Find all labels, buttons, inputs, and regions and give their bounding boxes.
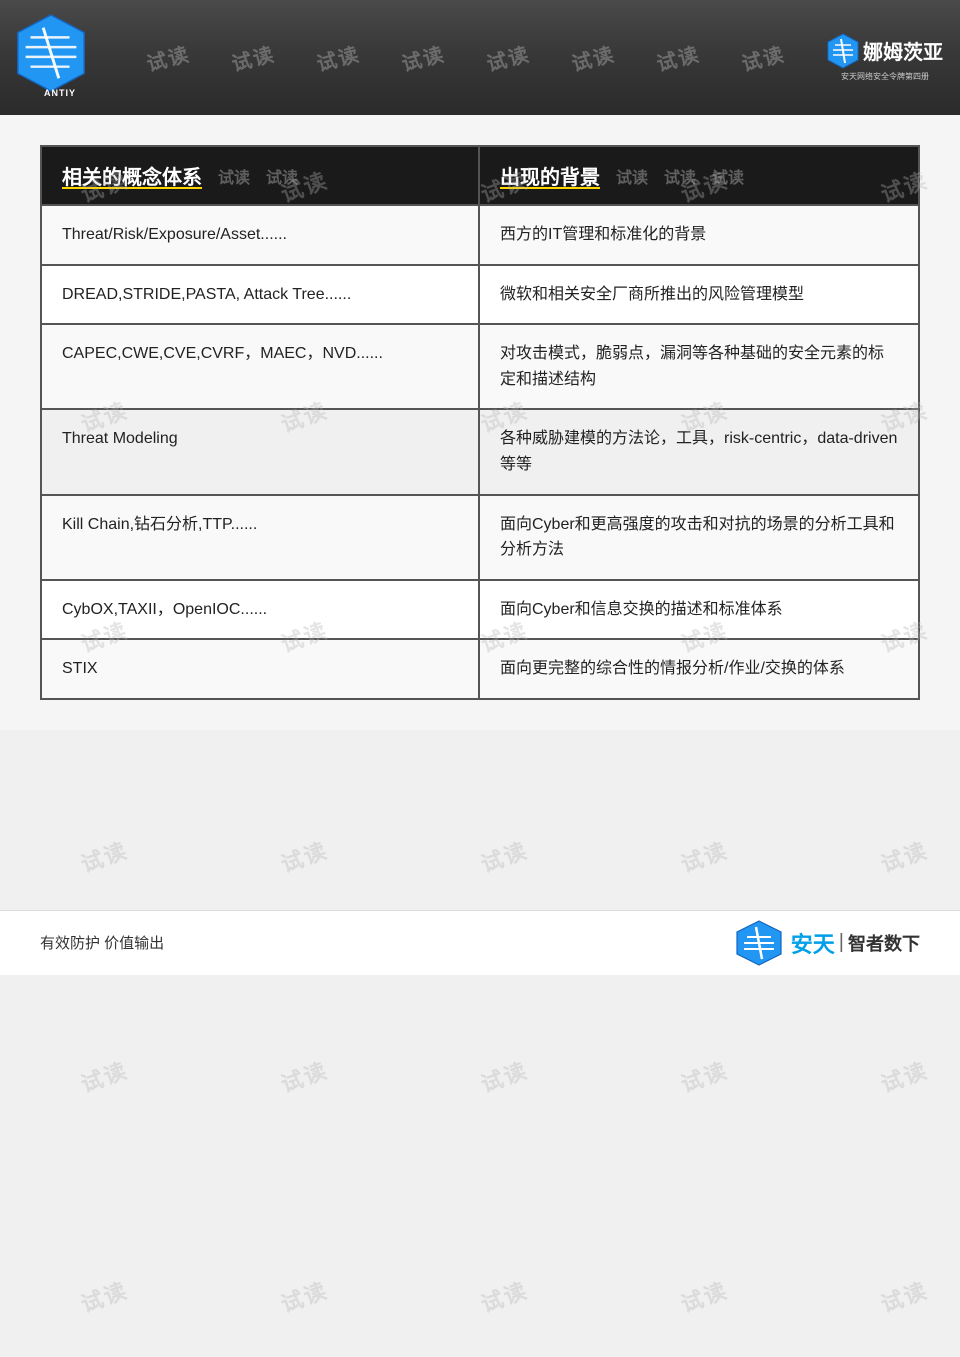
header: ANTIY 试读 试读 试读 试读 试读 试读 试读 试读 娜姆茨亚 安天网络安… [0,0,960,115]
header-brand-top: 娜姆茨亚 [827,33,943,69]
footer-logo-icon [735,919,783,967]
header-wm-1: 试读 [142,38,192,77]
header-wm-6: 试读 [567,38,617,77]
watermark-16: 试读 [276,833,332,879]
logo-container: ANTIY [15,13,105,103]
header-wm-5: 试读 [482,38,532,77]
watermark-21: 试读 [276,1053,332,1099]
footer-brand: 安天 | 智者数下 [791,927,920,959]
table-cell-left-3: Threat Modeling [42,410,480,493]
table-row: STIX 面向更完整的综合性的情报分析/作业/交换的体系 [42,638,918,698]
watermark-17: 试读 [476,833,532,879]
table-cell-right-5: 面向Cyber和信息交换的描述和标准体系 [480,581,918,639]
header-wm-4: 试读 [397,38,447,77]
footer-right: 安天 | 智者数下 [735,919,920,967]
col2-wm2: 试读 [664,164,696,188]
watermark-15: 试读 [76,833,132,879]
footer-brand-sep: | [839,931,844,954]
table-header-col1: 相关的概念体系 试读 试读 [42,147,480,204]
table-cell-right-2: 对攻击模式，脆弱点，漏洞等各种基础的安全元素的标定和描述结构 [480,325,918,408]
header-mini-logo-icon [827,33,859,69]
table-cell-left-6: STIX [42,640,480,698]
header-wm-3: 试读 [312,38,362,77]
brand-name: 娜姆茨亚 [863,36,943,65]
col2-wm3: 试读 [712,164,744,188]
table-row-threat-modeling: Threat Modeling 各种威胁建模的方法论，工具，risk-centr… [42,408,918,493]
table-cell-right-1: 微软和相关安全厂商所推出的风险管理模型 [480,266,918,324]
header-watermarks: 试读 试读 试读 试读 试读 试读 试读 试读 [105,43,825,72]
watermark-25: 试读 [76,1273,132,1319]
table-row: Kill Chain,钻石分析,TTP...... 面向Cyber和更高强度的攻… [42,494,918,579]
watermark-18: 试读 [676,833,732,879]
main-table: 相关的概念体系 试读 试读 出现的背景 试读 试读 试读 Threat/Risk… [40,145,920,700]
watermark-27: 试读 [476,1273,532,1319]
watermark-22: 试读 [476,1053,532,1099]
table-cell-left-4: Kill Chain,钻石分析,TTP...... [42,496,480,579]
brand-sub: 安天网络安全令牌第四册 [841,72,929,82]
watermark-23: 试读 [676,1053,732,1099]
table-row: CAPEC,CWE,CVE,CVRF，MAEC，NVD...... 对攻击模式，… [42,323,918,408]
footer-brand-antiy: 安天 [791,927,835,959]
logo-hexagon-icon [15,13,87,93]
watermark-24: 试读 [876,1053,932,1099]
watermark-26: 试读 [276,1273,332,1319]
table-header-row: 相关的概念体系 试读 试读 出现的背景 试读 试读 试读 [42,147,918,204]
footer-left-text: 有效防护 价值输出 [40,932,164,953]
table-cell-left-5: CybOX,TAXII，OpenIOC...... [42,581,480,639]
table-cell-right-4: 面向Cyber和更高强度的攻击和对抗的场景的分析工具和分析方法 [480,496,918,579]
table-cell-left-0: Threat/Risk/Exposure/Asset...... [42,206,480,264]
main-content: 相关的概念体系 试读 试读 出现的背景 试读 试读 试读 Threat/Risk… [0,115,960,730]
watermark-28: 试读 [676,1273,732,1319]
table-row: CybOX,TAXII，OpenIOC...... 面向Cyber和信息交换的描… [42,579,918,639]
header-wm-2: 试读 [227,38,277,77]
header-right-logo: 娜姆茨亚 安天网络安全令牌第四册 [825,20,945,95]
col2-wm: 试读 [616,164,648,188]
footer: 有效防护 价值输出 安天 | 智者数下 [0,910,960,975]
header-wm-7: 试读 [652,38,702,77]
table-header-col2: 出现的背景 试读 试读 试读 [480,147,918,204]
table-cell-right-0: 西方的IT管理和标准化的背景 [480,206,918,264]
watermark-29: 试读 [876,1273,932,1319]
table-cell-left-2: CAPEC,CWE,CVE,CVRF，MAEC，NVD...... [42,325,480,408]
watermark-19: 试读 [876,833,932,879]
table-row: Threat/Risk/Exposure/Asset...... 西方的IT管理… [42,204,918,264]
header-wm-8: 试读 [737,38,787,77]
col1-wm: 试读 [218,164,250,188]
logo-text: ANTIY [44,88,76,98]
footer-brand-slogan: 智者数下 [848,930,920,956]
col1-wm2: 试读 [266,164,298,188]
table-row: DREAD,STRIDE,PASTA, Attack Tree...... 微软… [42,264,918,324]
col1-header-text: 相关的概念体系 [62,161,202,190]
col2-header-text: 出现的背景 [500,161,600,190]
table-cell-right-3: 各种威胁建模的方法论，工具，risk-centric，data-driven等等 [480,410,918,493]
table-cell-right-6: 面向更完整的综合性的情报分析/作业/交换的体系 [480,640,918,698]
watermark-20: 试读 [76,1053,132,1099]
table-cell-left-1: DREAD,STRIDE,PASTA, Attack Tree...... [42,266,480,324]
